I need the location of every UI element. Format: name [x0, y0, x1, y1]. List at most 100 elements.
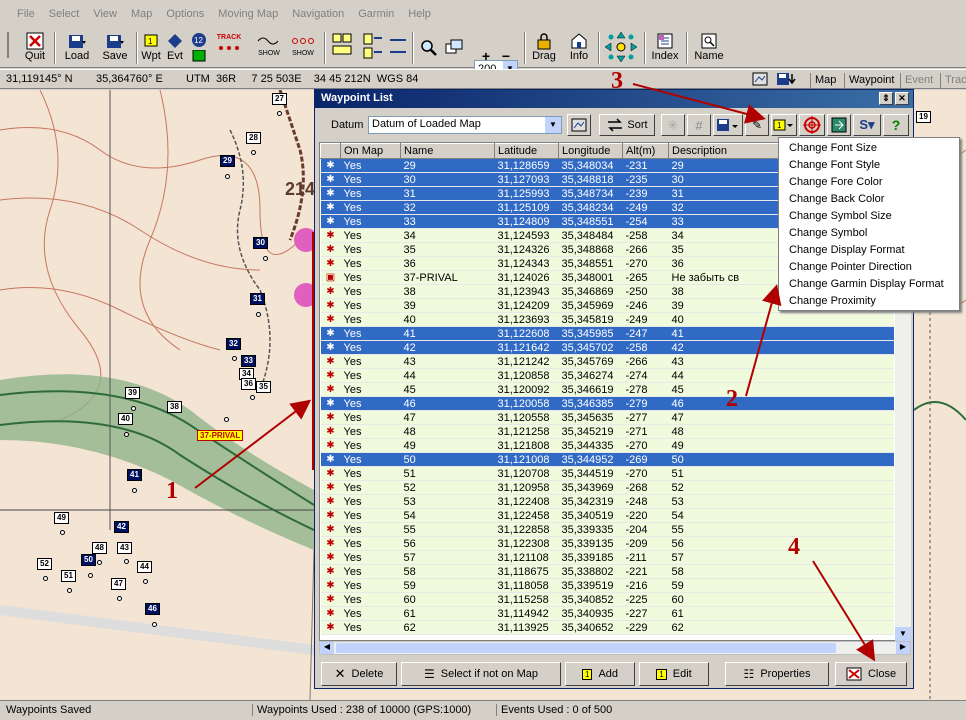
- zoom-stepper[interactable]: + −: [476, 48, 516, 64]
- map-waypoint-47[interactable]: 47: [111, 578, 126, 590]
- map-waypoint-51[interactable]: 51: [61, 570, 76, 582]
- save-button[interactable]: Save: [98, 30, 132, 66]
- load-button[interactable]: Load: [60, 30, 94, 66]
- edit-pencil-button[interactable]: ✎: [745, 114, 769, 136]
- map-waypoint-43[interactable]: 43: [117, 542, 132, 554]
- edit-button[interactable]: 1 Edit: [639, 662, 709, 686]
- table-tool-button[interactable]: [360, 30, 386, 66]
- map-waypoint-29[interactable]: 29: [220, 155, 235, 167]
- table-row[interactable]: ✱ Yes 56 31,122308 35,339135 -209 56: [320, 536, 894, 551]
- tab-track[interactable]: Trac: [940, 73, 966, 89]
- menu-change-back-color[interactable]: Change Back Color: [779, 191, 959, 208]
- menu-change-pointer-direction[interactable]: Change Pointer Direction: [779, 259, 959, 276]
- route-tool-button[interactable]: 12: [188, 30, 210, 66]
- map-waypoint-32[interactable]: 32: [226, 338, 241, 350]
- windows-button[interactable]: [442, 30, 466, 66]
- column-header-name[interactable]: Name: [400, 143, 495, 159]
- table-row[interactable]: ✱ Yes 61 31,114942 35,340935 -227 61: [320, 606, 894, 621]
- column-header-altitude[interactable]: Alt(m): [622, 143, 669, 159]
- tab-map[interactable]: Map: [810, 73, 840, 89]
- name-button[interactable]: Name: [690, 30, 728, 66]
- table-row[interactable]: ✱ Yes 52 31,120958 35,343969 -268 52: [320, 480, 894, 495]
- table-row[interactable]: ✱ Yes 51 31,120708 35,344519 -270 51: [320, 466, 894, 481]
- map-view-icon[interactable]: [752, 72, 768, 86]
- add-button[interactable]: 1 Add: [565, 662, 635, 686]
- table-row[interactable]: ✱ Yes 40 31,123693 35,345819 -249 40: [320, 312, 894, 327]
- window-menu-button[interactable]: ⇕: [879, 92, 893, 105]
- show-points-button[interactable]: SHOW: [288, 30, 318, 66]
- map-waypoint-28[interactable]: 28: [246, 132, 261, 144]
- map-waypoint-19[interactable]: 19: [916, 111, 931, 123]
- scroll-left-icon[interactable]: ◀: [320, 642, 334, 654]
- menu-change-font-size[interactable]: Change Font Size: [779, 140, 959, 157]
- scroll-down-icon[interactable]: ▼: [895, 627, 911, 641]
- map-waypoint-44[interactable]: 44: [137, 561, 152, 573]
- event-tool-button[interactable]: Evt: [164, 30, 186, 66]
- table-row[interactable]: ✱ Yes 47 31,120558 35,345635 -277 47: [320, 410, 894, 425]
- menu-change-proximity[interactable]: Change Proximity: [779, 293, 959, 310]
- tab-waypoint[interactable]: Waypoint: [844, 73, 898, 89]
- table-row[interactable]: ✱ Yes 59 31,118058 35,339519 -216 59: [320, 578, 894, 593]
- sort-button[interactable]: Sort: [599, 114, 655, 136]
- map-waypoint-49[interactable]: 49: [54, 512, 69, 524]
- menu-map[interactable]: Map: [124, 8, 159, 20]
- map-waypoint-30[interactable]: 30: [253, 237, 268, 249]
- menu-file[interactable]: File: [10, 8, 42, 20]
- menu-change-garmin-display-format[interactable]: Change Garmin Display Format: [779, 276, 959, 293]
- tab-event[interactable]: Event: [900, 73, 937, 89]
- table-row[interactable]: ✱ Yes 50 31,121008 35,344952 -269 50: [320, 452, 894, 467]
- horizontal-scrollbar[interactable]: ◀ ▶: [319, 641, 911, 655]
- map-waypoint-31[interactable]: 31: [250, 293, 265, 305]
- show-track-button[interactable]: SHOW: [254, 30, 284, 66]
- map-waypoint-38[interactable]: 38: [167, 401, 182, 413]
- table-row[interactable]: ✱ Yes 54 31,122458 35,340519 -220 54: [320, 508, 894, 523]
- info-button[interactable]: Info: [564, 30, 594, 66]
- map-waypoint-39[interactable]: 39: [125, 387, 140, 399]
- table-row[interactable]: ✱ Yes 60 31,115258 35,340852 -225 60: [320, 592, 894, 607]
- menu-select[interactable]: Select: [42, 8, 87, 20]
- menu-help[interactable]: Help: [401, 8, 438, 20]
- properties-button[interactable]: ☷ Properties: [725, 662, 829, 686]
- menu-garmin[interactable]: Garmin: [351, 8, 401, 20]
- table-row[interactable]: ✱ Yes 49 31,121808 35,344335 -270 49: [320, 438, 894, 453]
- datum-map-button[interactable]: [567, 114, 591, 136]
- table-row[interactable]: ✱ Yes 44 31,120858 35,346274 -274 44: [320, 368, 894, 383]
- menu-navigation[interactable]: Navigation: [285, 8, 351, 20]
- map-waypoint-40[interactable]: 40: [118, 413, 133, 425]
- datum-select[interactable]: Datum of Loaded Map ▼: [368, 116, 562, 134]
- help-button[interactable]: ?: [883, 114, 909, 136]
- map-waypoint-27[interactable]: 27: [272, 93, 287, 105]
- table-row[interactable]: ✱ Yes 53 31,122408 35,342319 -248 53: [320, 494, 894, 509]
- column-header-on-map[interactable]: On Map: [340, 143, 401, 159]
- scroll-thumb[interactable]: [336, 643, 836, 653]
- menu-change-font-style[interactable]: Change Font Style: [779, 157, 959, 174]
- column-header-longitude[interactable]: Longitude: [558, 143, 623, 159]
- save-view-icon[interactable]: [776, 72, 802, 86]
- map-waypoint-52[interactable]: 52: [37, 558, 52, 570]
- table-row[interactable]: ✱ Yes 46 31,120058 35,346385 -279 46: [320, 396, 894, 411]
- grid-tool-button[interactable]: [328, 30, 356, 66]
- menu-change-display-format[interactable]: Change Display Format: [779, 242, 959, 259]
- menu-view[interactable]: View: [86, 8, 124, 20]
- symbol-button[interactable]: S▾: [853, 114, 881, 136]
- map-waypoint-35[interactable]: 35: [256, 381, 271, 393]
- map-waypoint-36[interactable]: 36: [241, 378, 256, 390]
- table-row[interactable]: ✱ Yes 43 31,121242 35,345769 -266 43: [320, 354, 894, 369]
- save-list-button[interactable]: [713, 114, 743, 136]
- map-waypoint-42[interactable]: 42: [114, 521, 129, 533]
- display-options-button[interactable]: 1: [771, 114, 797, 136]
- quit-button[interactable]: Quit: [20, 30, 50, 66]
- line-tool-button[interactable]: [386, 30, 410, 66]
- menu-moving-map[interactable]: Moving Map: [211, 8, 285, 20]
- table-row[interactable]: ✱ Yes 55 31,122858 35,339335 -204 55: [320, 522, 894, 537]
- table-row[interactable]: ✱ Yes 48 31,121258 35,345219 -271 48: [320, 424, 894, 439]
- column-header-latitude[interactable]: Latitude: [494, 143, 559, 159]
- plus-icon[interactable]: +: [482, 48, 490, 64]
- table-row[interactable]: ✱ Yes 57 31,121108 35,339185 -211 57: [320, 550, 894, 565]
- zoom-button[interactable]: [416, 30, 440, 66]
- table-row[interactable]: ✱ Yes 62 31,113925 35,340652 -229 62: [320, 620, 894, 635]
- pan-button[interactable]: [601, 30, 641, 66]
- map-waypoint-41[interactable]: 41: [127, 469, 142, 481]
- delete-button[interactable]: ✕ Delete: [321, 662, 397, 686]
- menu-change-fore-color[interactable]: Change Fore Color: [779, 174, 959, 191]
